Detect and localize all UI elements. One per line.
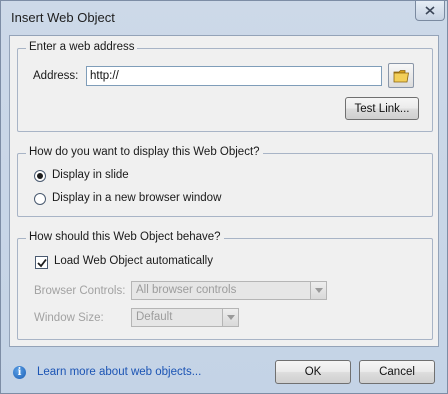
web-address-group: Enter a web address Address: Test Link..… [17,41,433,132]
chevron-down-icon [222,309,238,326]
test-link-button[interactable]: Test Link... [345,97,419,120]
dialog-content: Enter a web address Address: Test Link..… [9,35,439,347]
load-automatically-checkbox[interactable] [35,256,48,269]
display-in-slide-radio[interactable] [34,170,46,182]
info-icon: i [13,366,26,379]
address-label: Address: [33,70,79,82]
close-icon [425,6,435,15]
insert-web-object-dialog: Insert Web Object Enter a web address Ad… [0,0,448,394]
behavior-legend: How should this Web Object behave? [26,231,224,243]
behavior-group: How should this Web Object behave? Load … [17,231,433,340]
ok-button[interactable]: OK [275,360,351,384]
load-automatically-label[interactable]: Load Web Object automatically [54,255,213,267]
browse-button[interactable] [388,63,414,88]
display-legend: How do you want to display this Web Obje… [26,146,263,158]
browser-controls-label: Browser Controls: [34,285,126,297]
display-in-slide-label[interactable]: Display in slide [52,169,129,181]
web-address-legend: Enter a web address [26,41,138,53]
window-size-select[interactable]: Default [131,308,239,327]
browser-controls-select[interactable]: All browser controls [131,281,327,300]
address-input[interactable] [86,66,382,86]
display-new-window-radio[interactable] [34,193,46,205]
close-button[interactable] [415,1,445,21]
chevron-down-icon [310,282,326,299]
dialog-footer: i Learn more about web objects... OK Can… [1,349,447,393]
learn-more-link[interactable]: Learn more about web objects... [37,366,201,378]
cancel-button[interactable]: Cancel [359,360,435,384]
display-new-window-label[interactable]: Display in a new browser window [52,192,221,204]
title-bar[interactable]: Insert Web Object [1,1,447,35]
checkmark-icon [37,258,47,268]
dialog-title: Insert Web Object [11,10,115,25]
window-size-value: Default [136,311,173,323]
browser-controls-value: All browser controls [136,284,237,296]
folder-icon [393,69,409,82]
display-group: How do you want to display this Web Obje… [17,146,433,217]
window-size-label: Window Size: [34,312,104,324]
